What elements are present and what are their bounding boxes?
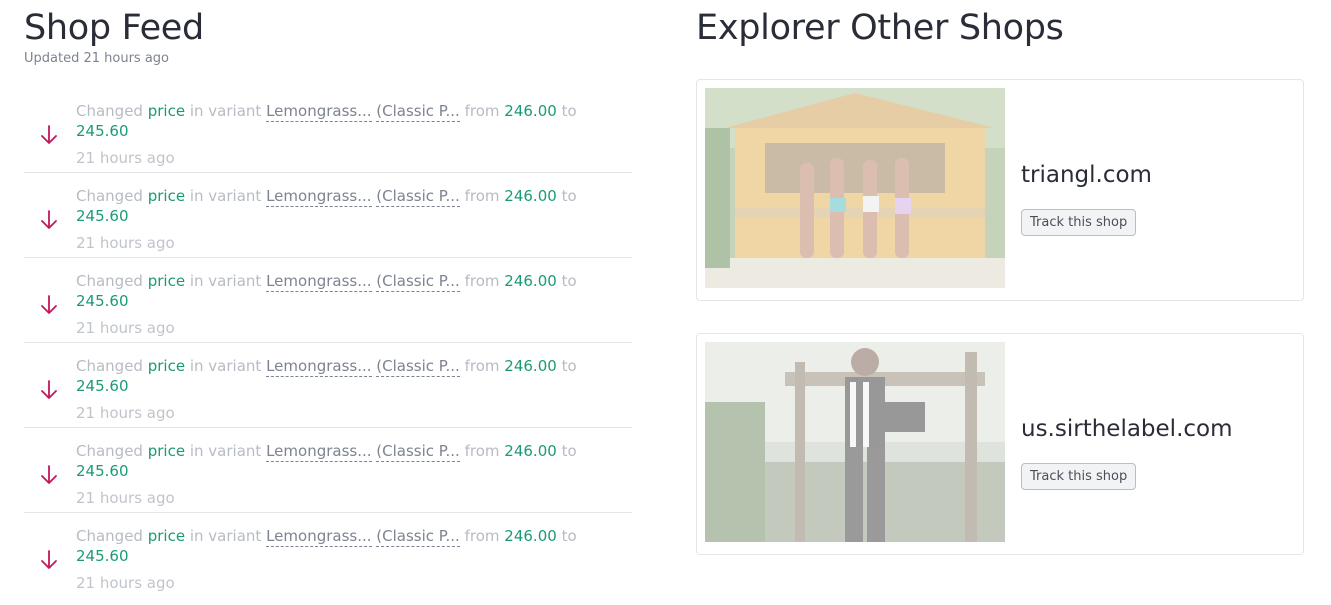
shop-thumbnail[interactable] [705, 88, 1005, 288]
variant-option-link[interactable]: (Classic P... [376, 527, 460, 547]
changed-field: price [147, 187, 186, 205]
new-value: 245.60 [76, 547, 129, 565]
shop-name[interactable]: us.sirthelabel.com [1021, 416, 1233, 442]
change-timestamp: 21 hours ago [76, 319, 175, 337]
variant-name-link[interactable]: Lemongrass... [266, 272, 372, 292]
variant-name-link[interactable]: Lemongrass... [266, 102, 372, 122]
arrow-down-icon [41, 550, 57, 569]
variant-option-link[interactable]: (Classic P... [376, 102, 460, 122]
variant-option-link[interactable]: (Classic P... [376, 357, 460, 377]
arrow-down-icon [41, 125, 57, 144]
shop-thumbnail[interactable] [705, 342, 1005, 542]
old-value: 246.00 [504, 187, 557, 205]
change-timestamp: 21 hours ago [76, 404, 175, 422]
old-value: 246.00 [504, 357, 557, 375]
feed-item: Changed price in variant Lemongrass... (… [24, 173, 632, 258]
arrow-down-icon [41, 210, 57, 229]
to-label: to [561, 272, 577, 290]
feed-list: Changed price in variant Lemongrass... (… [24, 88, 632, 598]
shop-feed-title: Shop Feed [24, 8, 204, 48]
changed-field: price [147, 357, 186, 375]
change-prefix: Changed [76, 102, 143, 120]
to-label: to [561, 102, 577, 120]
change-timestamp: 21 hours ago [76, 234, 175, 252]
feed-item: Changed price in variant Lemongrass... (… [24, 343, 632, 428]
from-label: from [464, 102, 500, 120]
arrow-down-icon [41, 295, 57, 314]
changed-field: price [147, 442, 186, 460]
change-mid: in variant [189, 442, 262, 460]
arrow-down-icon [41, 380, 57, 399]
to-label: to [561, 442, 577, 460]
change-mid: in variant [189, 272, 262, 290]
change-mid: in variant [189, 527, 262, 545]
explore-title: Explorer Other Shops [696, 8, 1064, 48]
change-description: Changed price in variant Lemongrass... (… [76, 356, 606, 396]
feed-item: Changed price in variant Lemongrass... (… [24, 513, 632, 598]
shop-card[interactable]: triangl.com Track this shop [696, 79, 1304, 301]
explore-shops-section: Explorer Other Shops triangl.com Track t… [696, 0, 1304, 555]
track-shop-button[interactable]: Track this shop [1021, 463, 1137, 490]
change-prefix: Changed [76, 357, 143, 375]
change-prefix: Changed [76, 442, 143, 460]
change-timestamp: 21 hours ago [76, 489, 175, 507]
new-value: 245.60 [76, 207, 129, 225]
from-label: from [464, 187, 500, 205]
shop-card[interactable]: us.sirthelabel.com Track this shop [696, 333, 1304, 555]
change-description: Changed price in variant Lemongrass... (… [76, 186, 606, 226]
from-label: from [464, 357, 500, 375]
change-timestamp: 21 hours ago [76, 149, 175, 167]
from-label: from [464, 272, 500, 290]
changed-field: price [147, 527, 186, 545]
variant-name-link[interactable]: Lemongrass... [266, 442, 372, 462]
variant-name-link[interactable]: Lemongrass... [266, 187, 372, 207]
from-label: from [464, 442, 500, 460]
feed-item: Changed price in variant Lemongrass... (… [24, 88, 632, 173]
shop-feed-section: Shop Feed Updated 21 hours ago Changed p… [24, 0, 632, 598]
feed-item: Changed price in variant Lemongrass... (… [24, 258, 632, 343]
to-label: to [561, 187, 577, 205]
change-prefix: Changed [76, 187, 143, 205]
new-value: 245.60 [76, 462, 129, 480]
changed-field: price [147, 102, 186, 120]
old-value: 246.00 [504, 527, 557, 545]
change-description: Changed price in variant Lemongrass... (… [76, 526, 606, 566]
change-description: Changed price in variant Lemongrass... (… [76, 441, 606, 481]
old-value: 246.00 [504, 102, 557, 120]
change-description: Changed price in variant Lemongrass... (… [76, 271, 606, 311]
variant-option-link[interactable]: (Classic P... [376, 442, 460, 462]
track-shop-button[interactable]: Track this shop [1021, 209, 1137, 236]
old-value: 246.00 [504, 272, 557, 290]
change-mid: in variant [189, 102, 262, 120]
arrow-down-icon [41, 465, 57, 484]
change-mid: in variant [189, 357, 262, 375]
variant-name-link[interactable]: Lemongrass... [266, 527, 372, 547]
variant-name-link[interactable]: Lemongrass... [266, 357, 372, 377]
to-label: to [561, 527, 577, 545]
new-value: 245.60 [76, 377, 129, 395]
feed-updated-text: Updated 21 hours ago [24, 51, 169, 66]
from-label: from [464, 527, 500, 545]
to-label: to [561, 357, 577, 375]
feed-item: Changed price in variant Lemongrass... (… [24, 428, 632, 513]
new-value: 245.60 [76, 292, 129, 310]
change-description: Changed price in variant Lemongrass... (… [76, 101, 606, 141]
variant-option-link[interactable]: (Classic P... [376, 187, 460, 207]
change-prefix: Changed [76, 272, 143, 290]
new-value: 245.60 [76, 122, 129, 140]
change-prefix: Changed [76, 527, 143, 545]
variant-option-link[interactable]: (Classic P... [376, 272, 460, 292]
change-timestamp: 21 hours ago [76, 574, 175, 592]
change-mid: in variant [189, 187, 262, 205]
shop-name[interactable]: triangl.com [1021, 162, 1152, 188]
old-value: 246.00 [504, 442, 557, 460]
changed-field: price [147, 272, 186, 290]
